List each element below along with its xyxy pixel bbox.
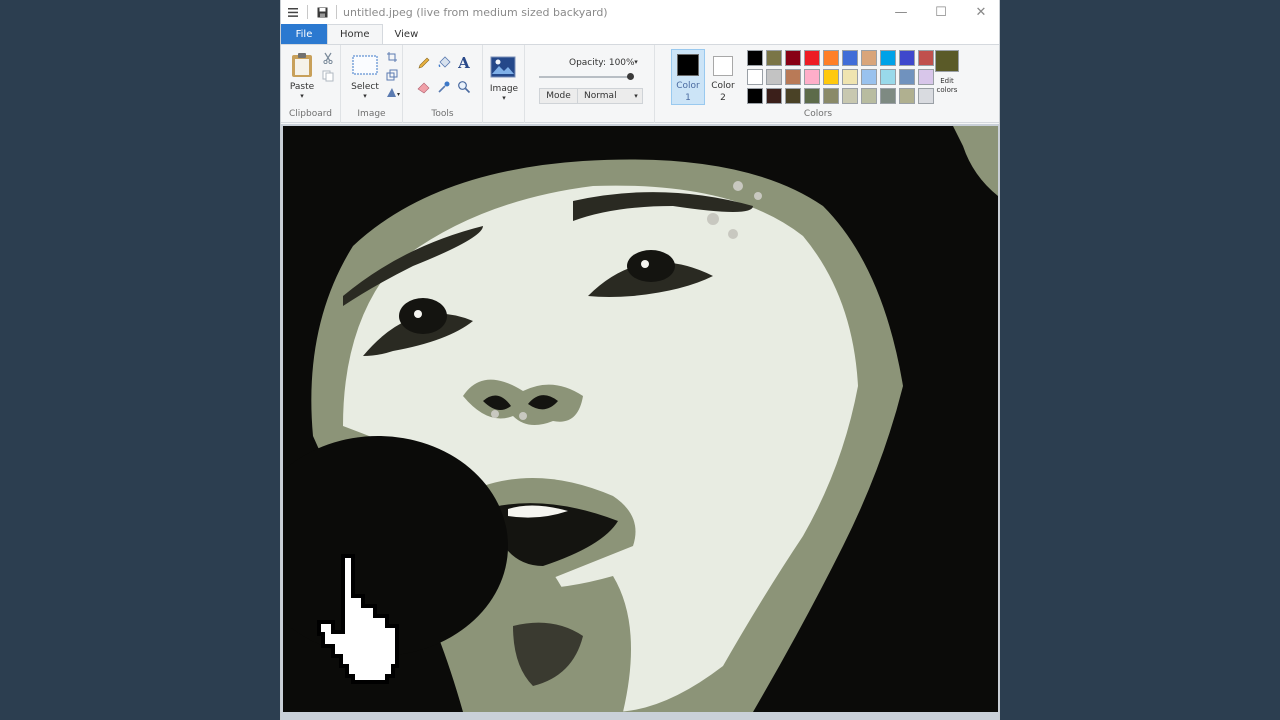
color-picker-icon[interactable] xyxy=(436,79,452,95)
save-icon[interactable] xyxy=(312,2,332,22)
color1-label: Color xyxy=(676,81,700,91)
palette-swatch[interactable] xyxy=(785,88,801,104)
titlebar-separator xyxy=(307,5,308,19)
posterized-face-image[interactable] xyxy=(283,126,998,712)
opacity-slider-thumb[interactable] xyxy=(627,73,634,80)
copy-icon[interactable] xyxy=(321,69,335,83)
palette-swatch[interactable] xyxy=(842,69,858,85)
hamburger-icon[interactable] xyxy=(283,2,303,22)
chevron-down-icon[interactable]: ▾ xyxy=(360,92,370,100)
ribbon-tabs: File Home View xyxy=(281,24,999,44)
tab-home[interactable]: Home xyxy=(327,24,383,44)
resize-icon[interactable] xyxy=(385,68,399,82)
maximize-button[interactable]: ☐ xyxy=(921,0,961,24)
fill-icon[interactable] xyxy=(436,55,452,71)
palette-swatch[interactable] xyxy=(861,50,877,66)
title-bar: untitled.jpeg (live from medium sized ba… xyxy=(281,0,999,24)
clipboard-group: Paste ▾ Clipboard xyxy=(281,45,341,123)
paste-icon[interactable] xyxy=(290,51,314,79)
image-insert-group: Image ▾ xyxy=(483,45,525,123)
select-icon[interactable] xyxy=(352,54,378,76)
color2-swatch xyxy=(713,56,733,76)
mode-value: Normal xyxy=(584,91,617,101)
window-title: untitled.jpeg (live from medium sized ba… xyxy=(343,5,608,19)
colors-group-label: Colors xyxy=(803,109,833,119)
colors-group: Color 1 Color 2 Edit colors Colors xyxy=(655,45,981,123)
titlebar-separator xyxy=(336,5,337,19)
opacity-slider-track[interactable] xyxy=(539,76,631,78)
tools-group: A Tools xyxy=(403,45,483,123)
text-icon[interactable]: A xyxy=(456,54,472,72)
tools-group-label: Tools xyxy=(431,109,454,119)
palette-swatch[interactable] xyxy=(842,50,858,66)
tab-view[interactable]: View xyxy=(383,24,431,44)
close-button[interactable]: ✕ xyxy=(961,0,999,24)
clipboard-group-label: Clipboard xyxy=(289,109,332,119)
palette-swatch[interactable] xyxy=(766,69,782,85)
palette-swatch[interactable] xyxy=(766,50,782,66)
palette-swatch[interactable] xyxy=(880,50,896,66)
palette-swatch[interactable] xyxy=(804,50,820,66)
opacity-mode-group: Opacity: 100% ▾ Mode Normal ▾ xyxy=(525,45,655,123)
palette-swatch[interactable] xyxy=(747,50,763,66)
color1-number: 1 xyxy=(685,93,691,103)
palette-swatch[interactable] xyxy=(899,69,915,85)
palette-swatch[interactable] xyxy=(880,88,896,104)
palette-swatch[interactable] xyxy=(804,69,820,85)
color1-swatch xyxy=(677,54,699,76)
chevron-down-icon: ▾ xyxy=(634,92,638,100)
cut-icon[interactable] xyxy=(321,51,335,65)
opacity-label: Opacity: 100% xyxy=(569,58,635,68)
canvas-area[interactable] xyxy=(281,124,999,720)
color2-number: 2 xyxy=(720,93,726,103)
rotate-icon[interactable]: ▾ xyxy=(385,85,403,99)
window-controls: — ☐ ✕ xyxy=(881,0,999,24)
select-label[interactable]: Select xyxy=(347,82,383,92)
palette-swatch[interactable] xyxy=(823,69,839,85)
magnifier-icon[interactable] xyxy=(456,79,472,95)
palette-swatch[interactable] xyxy=(747,69,763,85)
image-insert-label[interactable]: Image xyxy=(485,84,523,94)
canvas-drawing xyxy=(283,126,998,712)
color1-well[interactable]: Color 1 xyxy=(671,49,705,105)
edit-colors-label-2[interactable]: colors xyxy=(927,86,967,94)
palette-swatch[interactable] xyxy=(880,69,896,85)
mode-select[interactable]: Mode Normal ▾ xyxy=(539,88,643,104)
palette-swatch[interactable] xyxy=(766,88,782,104)
palette-swatch[interactable] xyxy=(823,88,839,104)
paint-window: untitled.jpeg (live from medium sized ba… xyxy=(280,0,1000,720)
palette-swatch[interactable] xyxy=(918,50,934,66)
mode-label: Mode xyxy=(540,89,578,103)
palette-swatch[interactable] xyxy=(804,88,820,104)
eraser-icon[interactable] xyxy=(416,79,432,95)
palette-swatch[interactable] xyxy=(823,50,839,66)
color2-label: Color xyxy=(711,81,735,91)
chevron-down-icon[interactable]: ▾ xyxy=(632,58,640,66)
paste-label[interactable]: Paste xyxy=(285,82,319,92)
palette-swatch[interactable] xyxy=(899,50,915,66)
edit-colors-label[interactable]: Edit xyxy=(927,77,967,85)
ribbon: Paste ▾ Clipboard Select ▾ ▾ Image A Too… xyxy=(281,44,999,123)
image-group-label: Image xyxy=(357,109,386,119)
palette-swatch[interactable] xyxy=(785,69,801,85)
palette-swatch[interactable] xyxy=(747,88,763,104)
tab-file[interactable]: File xyxy=(281,24,327,44)
pencil-icon[interactable] xyxy=(416,55,432,71)
palette-swatch[interactable] xyxy=(842,88,858,104)
image-insert-icon[interactable] xyxy=(489,55,517,79)
palette-swatch[interactable] xyxy=(861,69,877,85)
chevron-down-icon[interactable]: ▾ xyxy=(297,92,307,100)
edit-colors-swatch[interactable] xyxy=(935,50,959,72)
image-group: Select ▾ ▾ Image xyxy=(341,45,403,123)
minimize-button[interactable]: — xyxy=(881,0,921,24)
palette-swatch[interactable] xyxy=(861,88,877,104)
chevron-down-icon[interactable]: ▾ xyxy=(499,94,509,102)
palette-swatch[interactable] xyxy=(785,50,801,66)
svg-text:▾: ▾ xyxy=(397,91,400,98)
color2-well[interactable]: Color 2 xyxy=(706,49,740,105)
palette-swatch[interactable] xyxy=(899,88,915,104)
crop-icon[interactable] xyxy=(385,50,399,64)
